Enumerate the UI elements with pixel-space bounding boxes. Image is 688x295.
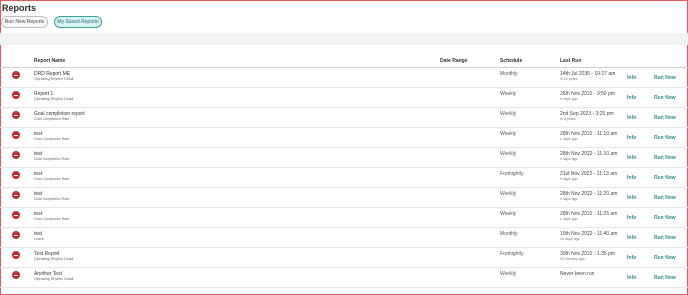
report-type: Goal Completion Rate — [34, 217, 70, 221]
info-link[interactable]: Info — [627, 255, 636, 261]
run-now-link[interactable]: Run Now — [654, 155, 676, 161]
info-link[interactable]: Info — [627, 95, 636, 101]
run-now-link[interactable]: Run Now — [654, 175, 676, 181]
run-now-link[interactable]: Run Now — [654, 235, 676, 241]
report-type: Goal Completion Rate — [34, 137, 70, 141]
run-now-link[interactable]: Run Now — [654, 135, 676, 141]
info-link[interactable]: Info — [627, 75, 636, 81]
table-row: Goal completion report Goal Completion Ra… — [0, 108, 688, 128]
info-link[interactable]: Info — [627, 115, 636, 121]
minus-circle-icon[interactable] — [12, 231, 20, 239]
report-last-run-relative: 2 days ago — [560, 137, 578, 141]
report-last-run-relative: in 9 years — [560, 117, 576, 121]
info-link[interactable]: Info — [627, 195, 636, 201]
tab-my-saved-reports[interactable]: My Saved Reports — [54, 16, 102, 28]
run-now-link[interactable]: Run Now — [654, 275, 676, 281]
info-link[interactable]: Info — [627, 235, 636, 241]
report-schedule: Weekly — [500, 271, 517, 277]
report-last-run-relative: 2 days ago — [560, 217, 578, 221]
report-last-run-relative: 9 days ago — [560, 177, 578, 181]
info-link[interactable]: Info — [627, 135, 636, 141]
table-row: test Goal Completion Rate Weekly 28th Nov 2… — [0, 188, 688, 208]
report-type: Goal Completion Rate — [34, 157, 70, 161]
report-schedule: Monthly — [500, 231, 518, 237]
minus-circle-icon[interactable] — [12, 71, 20, 79]
page-title: Reports — [2, 3, 37, 13]
minus-circle-icon[interactable] — [12, 151, 20, 159]
report-last-run-relative: 20 days ago — [560, 237, 580, 241]
column-date-range[interactable]: Date Range — [440, 58, 468, 64]
report-last-run-relative: in 12 years — [560, 77, 578, 81]
report-schedule: Weekly — [500, 211, 517, 217]
report-schedule: Fortnightly — [500, 171, 524, 177]
run-now-link[interactable]: Run Now — [654, 95, 676, 101]
report-last-run-relative: 4 days ago — [560, 97, 578, 101]
column-schedule[interactable]: Schedule — [500, 58, 522, 64]
run-now-link[interactable]: Run Now — [654, 195, 676, 201]
report-schedule: Fortnightly — [500, 251, 524, 257]
report-last-run-relative: 2 days ago — [560, 157, 578, 161]
table-row: Report 1 Operating Rhythm Detail Weekly 26t… — [0, 88, 688, 108]
report-type: Leave — [34, 237, 44, 241]
report-schedule: Weekly — [500, 191, 517, 197]
table-row: test Goal Completion Rate Weekly 28th Nov 2… — [0, 208, 688, 228]
minus-circle-icon[interactable] — [12, 191, 20, 199]
tab-run-new-reports[interactable]: Run New Reports — [1, 16, 48, 28]
minus-circle-icon[interactable] — [12, 211, 20, 219]
report-schedule: Weekly — [500, 111, 517, 117]
report-type: Goal Completion Rate — [34, 197, 70, 201]
reports-table: Report Name Date Range Schedule Last Run… — [0, 56, 688, 288]
report-type: Operating Rhythm Detail — [34, 97, 74, 101]
info-link[interactable]: Info — [627, 275, 636, 281]
minus-circle-icon[interactable] — [12, 171, 20, 179]
column-last-run[interactable]: Last Run — [560, 58, 581, 64]
report-last-run-relative: 2 days ago — [560, 197, 578, 201]
toolbar-band — [0, 33, 688, 45]
info-link[interactable]: Info — [627, 215, 636, 221]
minus-circle-icon[interactable] — [12, 271, 20, 279]
report-last-run: Never been run — [560, 271, 595, 277]
report-type: Goal Completion Rate — [34, 177, 70, 181]
table-row: Test Report Operating Rhythm Detail Fortni… — [0, 248, 688, 268]
minus-circle-icon[interactable] — [12, 91, 20, 99]
info-link[interactable]: Info — [627, 175, 636, 181]
table-row: DRD Report ME Operating Rhythm Detail Mont… — [0, 68, 688, 88]
report-schedule: Monthly — [500, 71, 518, 77]
minus-circle-icon[interactable] — [12, 111, 20, 119]
report-schedule: Weekly — [500, 151, 517, 157]
report-type: Operating Rhythm Detail — [34, 277, 74, 281]
table-row: Another Test Operating Rhythm Detail Weekl… — [0, 268, 688, 288]
minus-circle-icon[interactable] — [12, 251, 20, 259]
table-header: Report Name Date Range Schedule Last Run — [0, 56, 688, 68]
minus-circle-icon[interactable] — [12, 131, 20, 139]
info-link[interactable]: Info — [627, 155, 636, 161]
report-schedule: Weekly — [500, 91, 517, 97]
table-row: test Goal Completion Rate Weekly 28th Nov 2… — [0, 128, 688, 148]
report-last-run-relative: 25 minutes ago — [560, 257, 585, 261]
report-type: Operating Rhythm Detail — [34, 257, 74, 261]
run-now-link[interactable]: Run Now — [654, 255, 676, 261]
table-row: test Goal Completion Rate Weekly 28th Nov 2… — [0, 148, 688, 168]
table-row: test Goal Completion Rate Fortnightly 21st … — [0, 168, 688, 188]
report-type: Goal Completion Rate — [34, 117, 70, 121]
run-now-link[interactable]: Run Now — [654, 75, 676, 81]
column-report-name[interactable]: Report Name — [34, 58, 65, 64]
run-now-link[interactable]: Run Now — [654, 115, 676, 121]
table-row: test Leave Monthly 10th Nov 2022 - 11:40 am… — [0, 228, 688, 248]
table-body: DRD Report ME Operating Rhythm Detail Mont… — [0, 68, 688, 288]
report-type: Operating Rhythm Detail — [34, 77, 74, 81]
run-now-link[interactable]: Run Now — [654, 215, 676, 221]
report-schedule: Weekly — [500, 131, 517, 137]
